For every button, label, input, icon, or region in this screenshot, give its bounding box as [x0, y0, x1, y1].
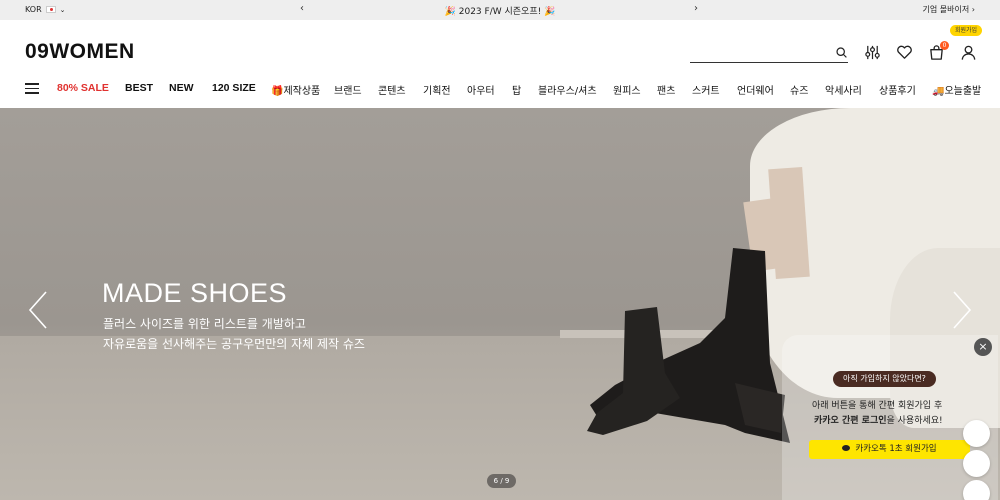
popup-text-line2: 카카오 간편 로그인을 사용하세요! [814, 413, 943, 426]
nav-item-exhibition[interactable]: 기획전 [423, 82, 451, 97]
signup-tooltip[interactable]: 회원가입 [950, 25, 983, 36]
nav-item-made[interactable]: 🎁제작상품 [271, 82, 320, 97]
popup-text-line1: 아래 버튼을 통해 간편 회원가입 후 [812, 401, 943, 411]
hero-pager: 6 / 9 [487, 474, 516, 488]
popup-text-rest: 을 사용하세요! [886, 416, 943, 426]
search-bar [690, 43, 848, 64]
cart-count-badge: 0 [940, 41, 949, 50]
nav-item-top[interactable]: 탑 [512, 82, 521, 97]
search-icon[interactable] [835, 46, 848, 59]
business-link[interactable]: 기업 몰바이저 › [923, 4, 975, 15]
heart-icon[interactable] [896, 44, 913, 61]
main-nav: 80% SALE BEST NEW 120 SIZE 🎁제작상품 브랜드 콘텐츠… [0, 78, 1000, 100]
promo-text[interactable]: 🎉 2023 F/W 시즌오프! 🎉 [0, 4, 1000, 17]
nav-item-underwear[interactable]: 언더웨어 [737, 82, 774, 97]
hero-subtitle-line1: 플러스 사이즈를 위한 리스트를 개발하고 [103, 317, 306, 331]
nav-item-today-ship[interactable]: 🚚오늘출발 [932, 82, 981, 97]
hero-subtitle-line2: 자유로움을 선사해주는 공구우먼만의 자체 제작 슈즈 [103, 337, 365, 351]
nav-item-brand[interactable]: 브랜드 [334, 82, 362, 97]
popup-text-bold: 카카오 간편 로그인 [814, 416, 887, 426]
popup-close-button[interactable]: × [974, 338, 992, 356]
popup-tag: 아직 가입하지 않았다면? [833, 371, 936, 387]
nav-item-review[interactable]: 상품후기 [879, 82, 916, 97]
nav-item-120-size[interactable]: 120 SIZE [212, 82, 256, 94]
nav-item-skirt[interactable]: 스커트 [692, 82, 720, 97]
kakao-bubble-icon [842, 445, 851, 451]
announcement-bar: KOR ⌄ ‹ 🎉 2023 F/W 시즌오프! 🎉 › 기업 몰바이저 › [0, 0, 1000, 20]
nav-item-outer[interactable]: 아우터 [467, 82, 495, 97]
site-logo[interactable]: 09WOMEN [25, 40, 135, 64]
filter-icon[interactable] [864, 44, 881, 61]
nav-item-sale[interactable]: 80% SALE [57, 82, 109, 94]
floating-button-1[interactable] [963, 420, 990, 447]
user-icon[interactable] [960, 44, 977, 61]
hero-subtitle: 플러스 사이즈를 위한 리스트를 개발하고 자유로움을 선사해주는 공구우먼만의… [103, 314, 365, 354]
nav-item-dress[interactable]: 원피스 [613, 82, 641, 97]
header-icon-group: 0 [864, 41, 977, 61]
menu-icon[interactable] [25, 83, 39, 94]
cart-button[interactable]: 0 [928, 41, 949, 61]
nav-item-contents[interactable]: 콘텐츠 [378, 82, 406, 97]
nav-item-new[interactable]: NEW [169, 82, 194, 94]
hero-title: MADE SHOES [102, 278, 288, 308]
floating-button-3[interactable] [963, 480, 990, 500]
search-input[interactable] [690, 46, 825, 64]
nav-item-blouse[interactable]: 블라우스/셔츠 [538, 82, 597, 97]
nav-item-best[interactable]: BEST [125, 82, 153, 94]
nav-item-pants[interactable]: 팬츠 [657, 82, 675, 97]
kakao-signup-label: 카카오톡 1초 회원가입 [855, 444, 937, 454]
kakao-signup-button[interactable]: 카카오톡 1초 회원가입 [809, 440, 970, 459]
hero-prev-arrow-icon[interactable] [28, 290, 48, 330]
hero-next-arrow-icon[interactable] [952, 290, 972, 330]
promo-next-arrow-icon[interactable]: › [694, 3, 698, 14]
nav-item-accessory[interactable]: 악세사리 [825, 82, 862, 97]
nav-item-shoes[interactable]: 슈즈 [790, 82, 808, 97]
floating-button-2[interactable] [963, 450, 990, 477]
hero-boots-image [587, 248, 790, 443]
